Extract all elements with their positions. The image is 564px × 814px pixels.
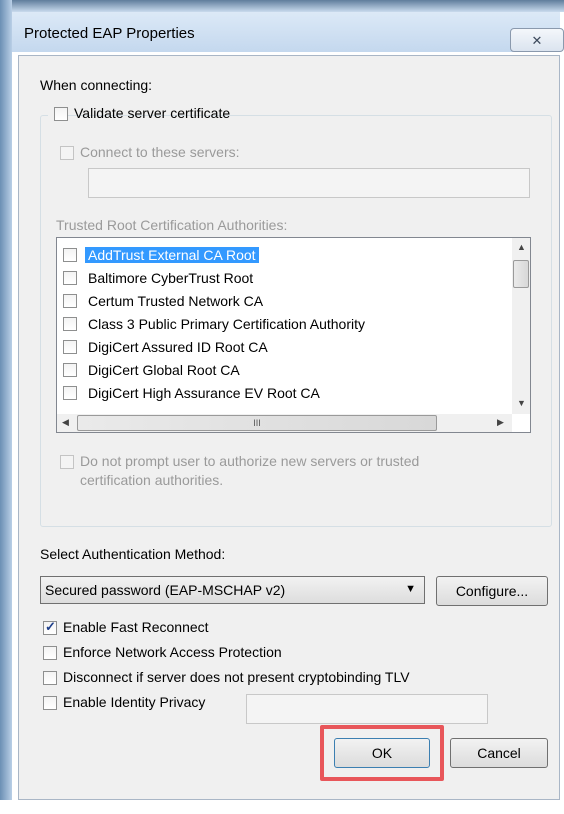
authority-checkbox[interactable] bbox=[63, 294, 77, 308]
configure-button[interactable]: Configure... bbox=[436, 576, 548, 606]
auth-method-label: Select Authentication Method: bbox=[40, 546, 226, 562]
configure-label: Configure... bbox=[455, 583, 529, 599]
validate-cert-checkbox[interactable] bbox=[54, 107, 68, 121]
nap-label: Enforce Network Access Protection bbox=[63, 644, 282, 660]
cryptobinding-label: Disconnect if server does not present cr… bbox=[63, 669, 410, 685]
no-prompt-checkbox[interactable] bbox=[60, 455, 74, 469]
identity-privacy-input[interactable] bbox=[246, 694, 488, 724]
scroll-up-icon[interactable]: ▲ bbox=[517, 242, 526, 252]
servers-input[interactable] bbox=[88, 168, 530, 198]
validate-cert-row[interactable]: Validate server certificate bbox=[48, 103, 230, 125]
close-icon: ✕ bbox=[531, 33, 543, 48]
connect-servers-label: Connect to these servers: bbox=[80, 144, 240, 160]
window-frame-top bbox=[0, 0, 564, 12]
authority-label: Baltimore CyberTrust Root bbox=[88, 270, 254, 286]
authorities-list[interactable]: AddTrust External CA Root Baltimore Cybe… bbox=[56, 237, 531, 433]
authority-label: AddTrust External CA Root bbox=[85, 247, 259, 263]
vertical-scroll-thumb[interactable] bbox=[513, 260, 529, 288]
identity-privacy-label: Enable Identity Privacy bbox=[63, 694, 206, 710]
authority-label: Certum Trusted Network CA bbox=[88, 293, 264, 309]
no-prompt-label-line2: certification authorities. bbox=[80, 472, 224, 488]
auth-method-value: Secured password (EAP-MSCHAP v2) bbox=[45, 582, 286, 598]
authority-checkbox[interactable] bbox=[63, 386, 77, 400]
horizontal-scroll-thumb[interactable]: III bbox=[77, 415, 437, 431]
dropdown-arrow-icon: ▼ bbox=[405, 583, 416, 595]
window-title: Protected EAP Properties bbox=[24, 25, 195, 42]
authority-label: DigiCert Assured ID Root CA bbox=[88, 339, 268, 355]
auth-method-select[interactable]: Secured password (EAP-MSCHAP v2) ▼ bbox=[40, 576, 425, 604]
cancel-button[interactable]: Cancel bbox=[450, 738, 548, 768]
scroll-left-icon[interactable]: ◀ bbox=[62, 417, 69, 428]
no-prompt-label-line1: Do not prompt user to authorize new serv… bbox=[80, 453, 420, 469]
ok-highlight-box bbox=[320, 725, 444, 781]
vertical-scrollbar[interactable]: ▲ ▼ bbox=[512, 238, 530, 414]
horizontal-scrollbar[interactable]: ◀ III ▶ bbox=[57, 414, 512, 432]
authority-label: DigiCert Global Root CA bbox=[88, 362, 240, 378]
title-bar[interactable]: Protected EAP Properties ✕ bbox=[12, 12, 564, 52]
authority-checkbox[interactable] bbox=[63, 271, 77, 285]
authority-checkbox[interactable] bbox=[63, 248, 77, 262]
window-frame-left bbox=[0, 0, 12, 800]
authority-label: DigiCert High Assurance EV Root CA bbox=[88, 385, 320, 401]
trusted-root-label: Trusted Root Certification Authorities: bbox=[56, 217, 288, 233]
authority-checkbox[interactable] bbox=[63, 340, 77, 354]
nap-checkbox[interactable] bbox=[43, 646, 57, 660]
fast-reconnect-label: Enable Fast Reconnect bbox=[63, 619, 209, 635]
identity-privacy-checkbox[interactable] bbox=[43, 696, 57, 710]
cancel-label: Cancel bbox=[477, 745, 521, 761]
authority-checkbox[interactable] bbox=[63, 317, 77, 331]
cryptobinding-checkbox[interactable] bbox=[43, 671, 57, 685]
close-button[interactable]: ✕ bbox=[510, 28, 564, 52]
when-connecting-label: When connecting: bbox=[40, 77, 153, 93]
validate-cert-label: Validate server certificate bbox=[74, 105, 231, 121]
connect-servers-checkbox[interactable] bbox=[60, 146, 74, 160]
authority-label: Class 3 Public Primary Certification Aut… bbox=[88, 316, 365, 332]
scroll-grip-icon: III bbox=[253, 418, 261, 428]
authority-checkbox[interactable] bbox=[63, 363, 77, 377]
fast-reconnect-checkbox[interactable] bbox=[43, 619, 57, 635]
scroll-down-icon[interactable]: ▼ bbox=[517, 398, 526, 408]
scroll-right-icon[interactable]: ▶ bbox=[497, 417, 504, 428]
